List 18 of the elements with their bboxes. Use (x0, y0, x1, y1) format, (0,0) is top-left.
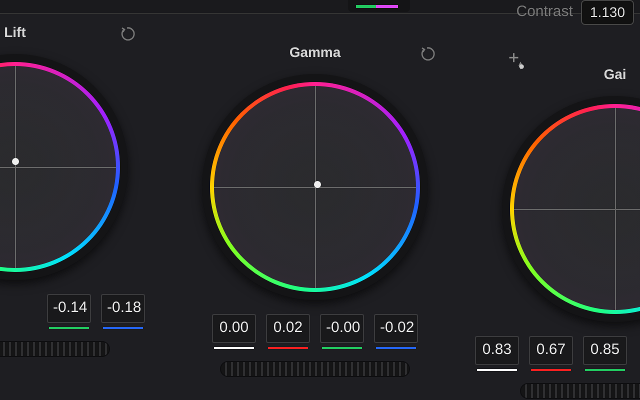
contrast-field[interactable]: 1.130 (580, 0, 634, 25)
value-field[interactable]: 0.02 (266, 314, 310, 342)
value-field[interactable]: -0.00 (320, 314, 364, 342)
value-field[interactable]: -0.14 (47, 294, 91, 322)
wheel-label: Gamma (289, 42, 341, 62)
value-field[interactable]: -0.02 (374, 314, 418, 342)
value-field[interactable]: 0.85 (583, 336, 627, 364)
value-field[interactable]: 0.00 (212, 314, 256, 342)
wheel-puck[interactable] (314, 181, 321, 188)
value-field[interactable]: 0.67 (529, 336, 573, 364)
wheel-label: Lift (4, 22, 26, 42)
value-field[interactable]: -0.18 (101, 294, 145, 322)
wheel-label: Gai (604, 64, 626, 84)
wheel-puck[interactable] (12, 158, 19, 165)
reset-icon[interactable] (419, 46, 435, 62)
reset-icon[interactable] (119, 26, 135, 42)
value-field[interactable]: 0.83 (475, 336, 519, 364)
contrast-label: Contrast (516, 2, 573, 22)
